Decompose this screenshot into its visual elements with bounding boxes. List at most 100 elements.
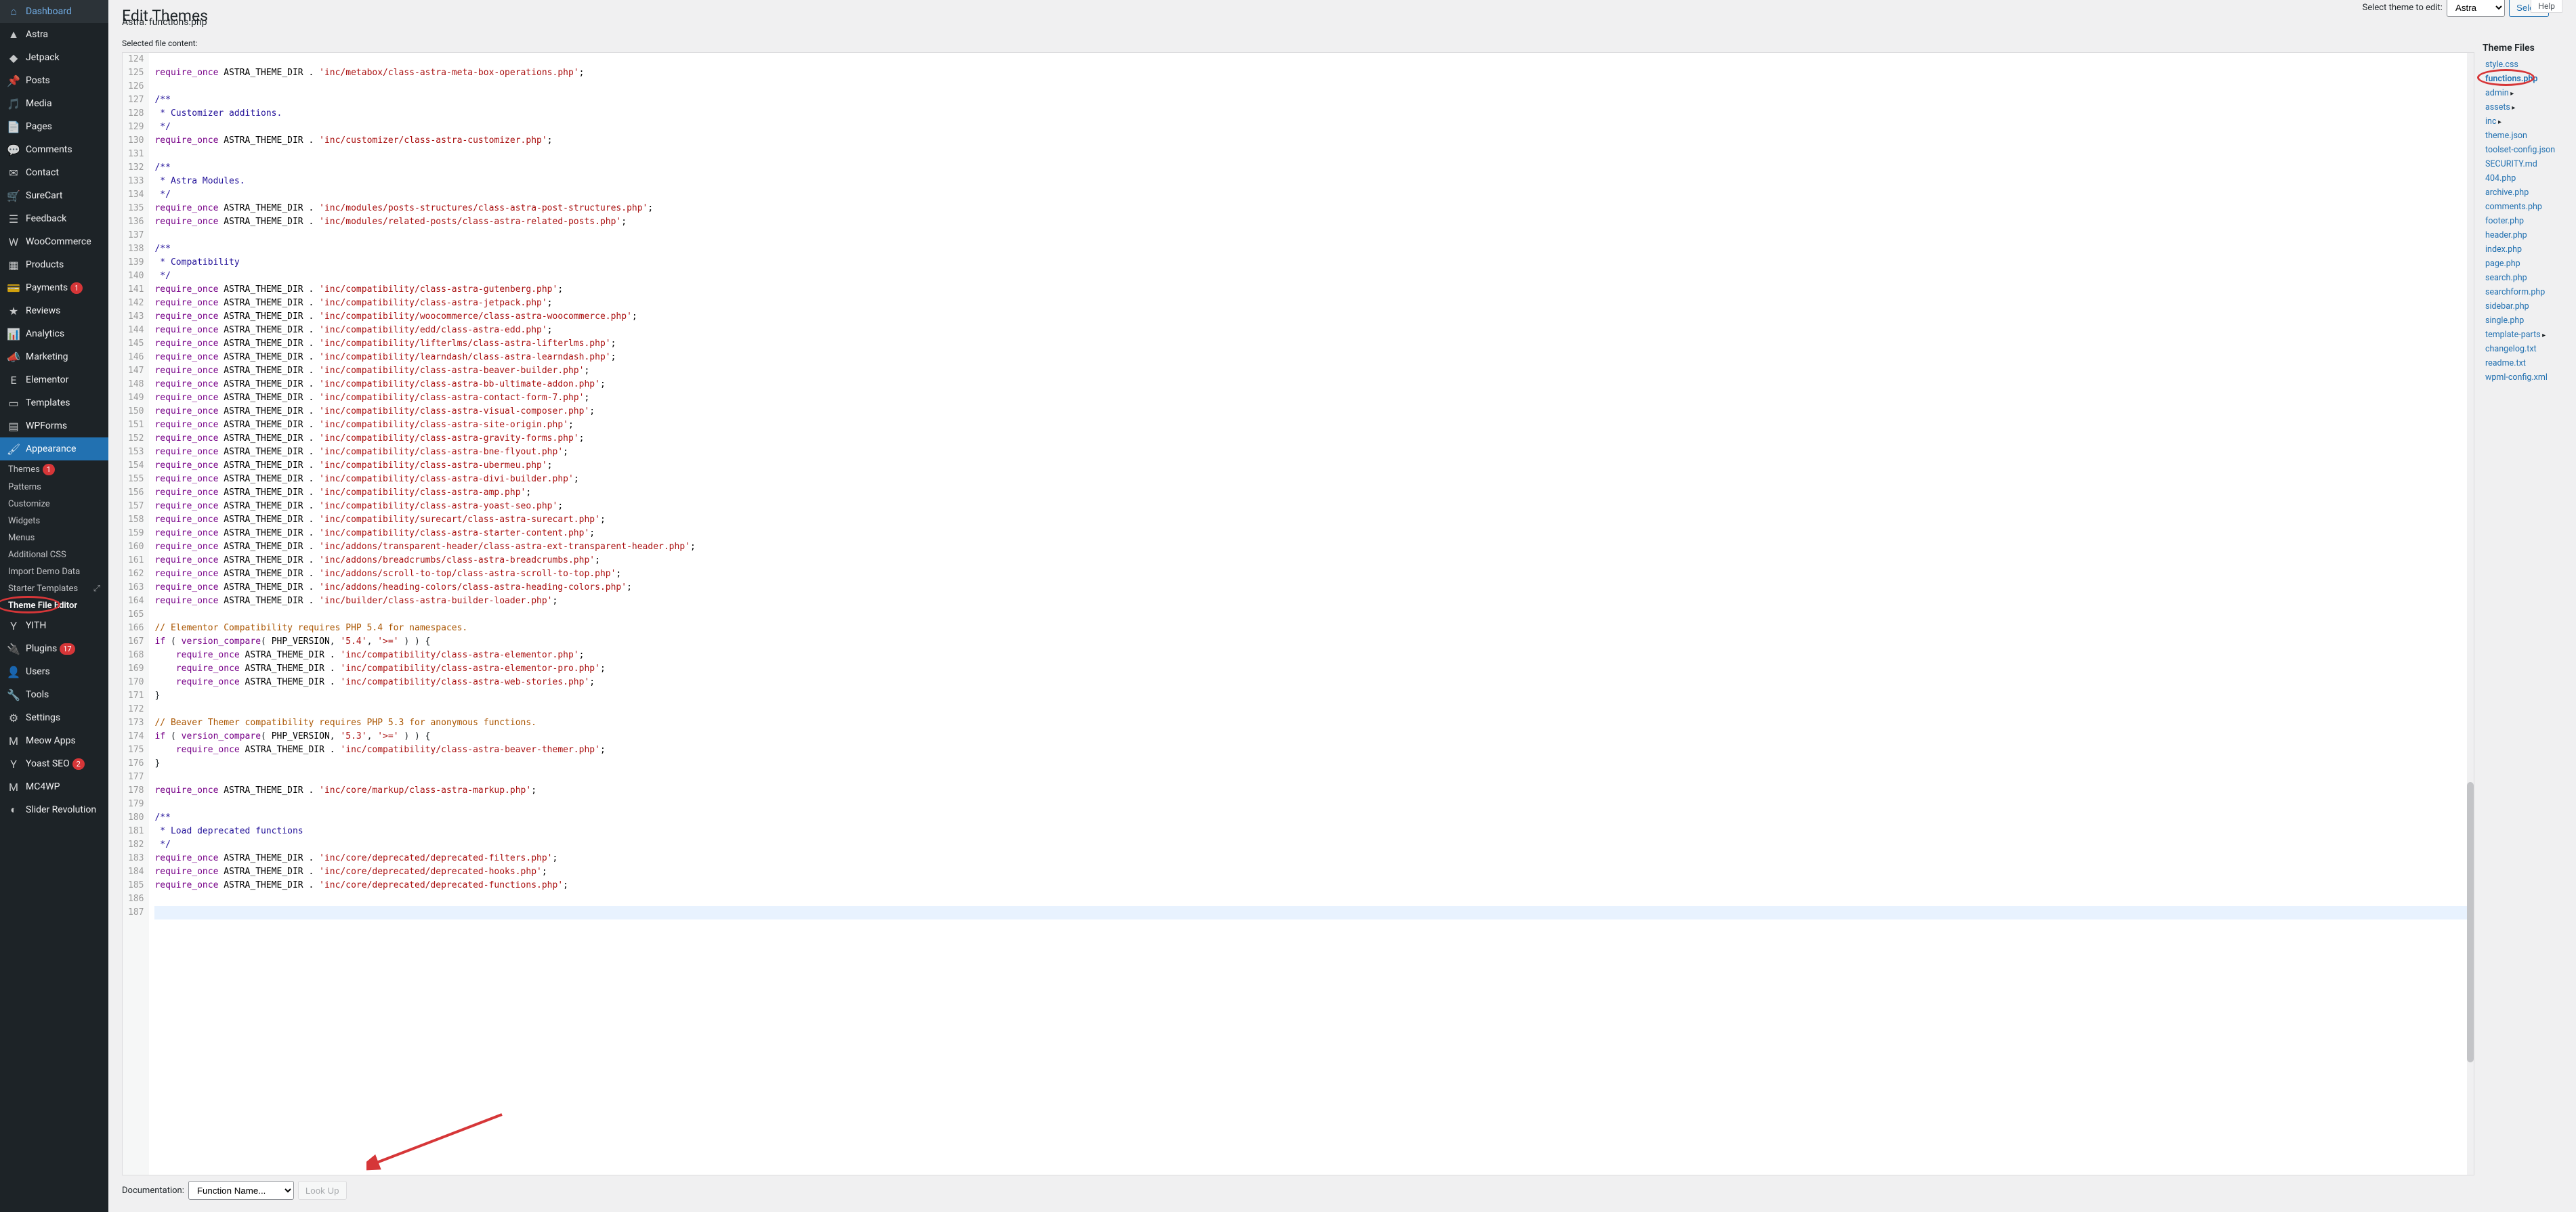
theme-file-item[interactable]: theme.json <box>2483 129 2562 143</box>
theme-file-item[interactable]: footer.php <box>2483 214 2562 228</box>
code-line[interactable]: require_once ASTRA_THEME_DIR . 'inc/comp… <box>154 649 2468 662</box>
code-line[interactable]: require_once ASTRA_THEME_DIR . 'inc/meta… <box>154 66 2468 80</box>
menu-reviews[interactable]: ★Reviews <box>0 299 108 322</box>
menu-settings[interactable]: ⚙Settings <box>0 706 108 729</box>
theme-file-item[interactable]: 404.php <box>2483 171 2562 186</box>
code-line[interactable] <box>154 80 2468 93</box>
menu-dashboard[interactable]: ⌂Dashboard <box>0 0 108 23</box>
code-line[interactable]: require_once ASTRA_THEME_DIR . 'inc/comp… <box>154 743 2468 757</box>
theme-file-item[interactable]: archive.php <box>2483 186 2562 200</box>
code-line[interactable]: require_once ASTRA_THEME_DIR . 'inc/comp… <box>154 324 2468 337</box>
code-line[interactable]: */ <box>154 838 2468 852</box>
submenu-item[interactable]: Additional CSS <box>0 546 108 563</box>
code-line[interactable]: require_once ASTRA_THEME_DIR . 'inc/addo… <box>154 567 2468 581</box>
theme-file-item[interactable]: comments.php <box>2483 200 2562 214</box>
menu-surecart[interactable]: 🛒SureCart <box>0 184 108 207</box>
code-line[interactable]: require_once ASTRA_THEME_DIR . 'inc/addo… <box>154 554 2468 567</box>
menu-woo[interactable]: WWooCommerce <box>0 230 108 253</box>
code-line[interactable]: * Compatibility <box>154 256 2468 269</box>
code-line[interactable]: /** <box>154 242 2468 256</box>
code-line[interactable]: require_once ASTRA_THEME_DIR . 'inc/comp… <box>154 446 2468 459</box>
code-line[interactable]: require_once ASTRA_THEME_DIR . 'inc/comp… <box>154 473 2468 486</box>
menu-media[interactable]: 🎵Media <box>0 92 108 115</box>
code-line[interactable]: require_once ASTRA_THEME_DIR . 'inc/comp… <box>154 500 2468 513</box>
theme-file-item[interactable]: SECURITY.md <box>2483 157 2562 171</box>
code-line[interactable] <box>154 703 2468 716</box>
code-line[interactable]: require_once ASTRA_THEME_DIR . 'inc/comp… <box>154 418 2468 432</box>
code-line[interactable]: require_once ASTRA_THEME_DIR . 'inc/buil… <box>154 594 2468 608</box>
code-line[interactable] <box>154 906 2468 919</box>
menu-appearance[interactable]: 🖌Appearance <box>0 437 108 460</box>
code-line[interactable]: * Astra Modules. <box>154 175 2468 188</box>
submenu-item[interactable]: Patterns <box>0 479 108 496</box>
theme-file-item[interactable]: style.css <box>2483 58 2562 72</box>
menu-yith[interactable]: YYITH <box>0 614 108 637</box>
code-line[interactable]: require_once ASTRA_THEME_DIR . 'inc/addo… <box>154 581 2468 594</box>
code-line[interactable]: require_once ASTRA_THEME_DIR . 'inc/comp… <box>154 459 2468 473</box>
submenu-item[interactable]: Starter Templates⤢ <box>0 580 108 597</box>
menu-astra[interactable]: ▲Astra <box>0 23 108 46</box>
code-line[interactable]: require_once ASTRA_THEME_DIR . 'inc/comp… <box>154 676 2468 689</box>
lookup-button[interactable]: Look Up <box>298 1181 347 1200</box>
code-line[interactable]: require_once ASTRA_THEME_DIR . 'inc/comp… <box>154 337 2468 351</box>
code-line[interactable]: if ( version_compare( PHP_VERSION, '5.4'… <box>154 635 2468 649</box>
theme-file-item[interactable]: inc <box>2483 114 2562 129</box>
code-line[interactable]: */ <box>154 121 2468 134</box>
submenu-item[interactable]: Import Demo Data <box>0 563 108 580</box>
menu-slider[interactable]: ◐Slider Revolution <box>0 798 108 821</box>
code-line[interactable]: require_once ASTRA_THEME_DIR . 'inc/comp… <box>154 364 2468 378</box>
code-line[interactable] <box>154 892 2468 906</box>
code-line[interactable]: require_once ASTRA_THEME_DIR . 'inc/comp… <box>154 662 2468 676</box>
menu-plugins[interactable]: 🔌Plugins17 <box>0 637 108 660</box>
menu-yoast[interactable]: YYoast SEO2 <box>0 752 108 775</box>
menu-products[interactable]: ▦Products <box>0 253 108 276</box>
code-line[interactable]: } <box>154 757 2468 771</box>
code-line[interactable]: // Elementor Compatibility requires PHP … <box>154 622 2468 635</box>
theme-file-item[interactable]: admin <box>2483 86 2562 100</box>
theme-file-item[interactable]: searchform.php <box>2483 285 2562 299</box>
menu-pages[interactable]: 📄Pages <box>0 115 108 138</box>
menu-marketing[interactable]: 📣Marketing <box>0 345 108 368</box>
theme-file-item[interactable]: assets <box>2483 100 2562 114</box>
theme-file-item[interactable]: sidebar.php <box>2483 299 2562 313</box>
code-line[interactable]: require_once ASTRA_THEME_DIR . 'inc/comp… <box>154 297 2468 310</box>
editor-scrollbar[interactable] <box>2467 53 2474 1175</box>
code-line[interactable]: require_once ASTRA_THEME_DIR . 'inc/comp… <box>154 378 2468 391</box>
help-tab[interactable]: Help <box>2531 0 2562 13</box>
submenu-item[interactable]: Theme File Editor <box>0 597 108 614</box>
code-line[interactable] <box>154 608 2468 622</box>
code-line[interactable]: } <box>154 689 2468 703</box>
menu-elementor[interactable]: EElementor <box>0 368 108 391</box>
menu-templates[interactable]: ▭Templates <box>0 391 108 414</box>
code-line[interactable]: /** <box>154 161 2468 175</box>
code-line[interactable]: require_once ASTRA_THEME_DIR . 'inc/modu… <box>154 202 2468 215</box>
code-line[interactable]: require_once ASTRA_THEME_DIR . 'inc/comp… <box>154 513 2468 527</box>
theme-file-item[interactable]: page.php <box>2483 257 2562 271</box>
code-line[interactable]: require_once ASTRA_THEME_DIR . 'inc/modu… <box>154 215 2468 229</box>
code-line[interactable] <box>154 229 2468 242</box>
documentation-select[interactable]: Function Name... <box>188 1181 294 1200</box>
code-line[interactable]: /** <box>154 811 2468 825</box>
code-line[interactable]: require_once ASTRA_THEME_DIR . 'inc/cust… <box>154 134 2468 148</box>
menu-payments[interactable]: 💳Payments1 <box>0 276 108 299</box>
code-line[interactable] <box>154 53 2468 66</box>
code-line[interactable]: require_once ASTRA_THEME_DIR . 'inc/core… <box>154 852 2468 865</box>
code-editor[interactable]: 1241251261271281291301311321331341351361… <box>122 52 2474 1175</box>
code-line[interactable]: require_once ASTRA_THEME_DIR . 'inc/comp… <box>154 283 2468 297</box>
menu-jetpack[interactable]: ◆Jetpack <box>0 46 108 69</box>
theme-file-item[interactable]: wpml-config.xml <box>2483 370 2562 385</box>
code-line[interactable]: * Customizer additions. <box>154 107 2468 121</box>
code-line[interactable]: require_once ASTRA_THEME_DIR . 'inc/comp… <box>154 351 2468 364</box>
menu-wpforms[interactable]: ▤WPForms <box>0 414 108 437</box>
code-line[interactable]: if ( version_compare( PHP_VERSION, '5.3'… <box>154 730 2468 743</box>
submenu-item[interactable]: Customize <box>0 496 108 513</box>
theme-file-item[interactable]: header.php <box>2483 228 2562 242</box>
code-line[interactable] <box>154 771 2468 784</box>
code-line[interactable]: * Load deprecated functions <box>154 825 2468 838</box>
menu-feedback[interactable]: ☰Feedback <box>0 207 108 230</box>
theme-file-item[interactable]: template-parts <box>2483 328 2562 342</box>
code-line[interactable]: /** <box>154 93 2468 107</box>
code-line[interactable]: require_once ASTRA_THEME_DIR . 'inc/core… <box>154 879 2468 892</box>
code-line[interactable]: require_once ASTRA_THEME_DIR . 'inc/comp… <box>154 391 2468 405</box>
menu-contact[interactable]: ✉Contact <box>0 161 108 184</box>
